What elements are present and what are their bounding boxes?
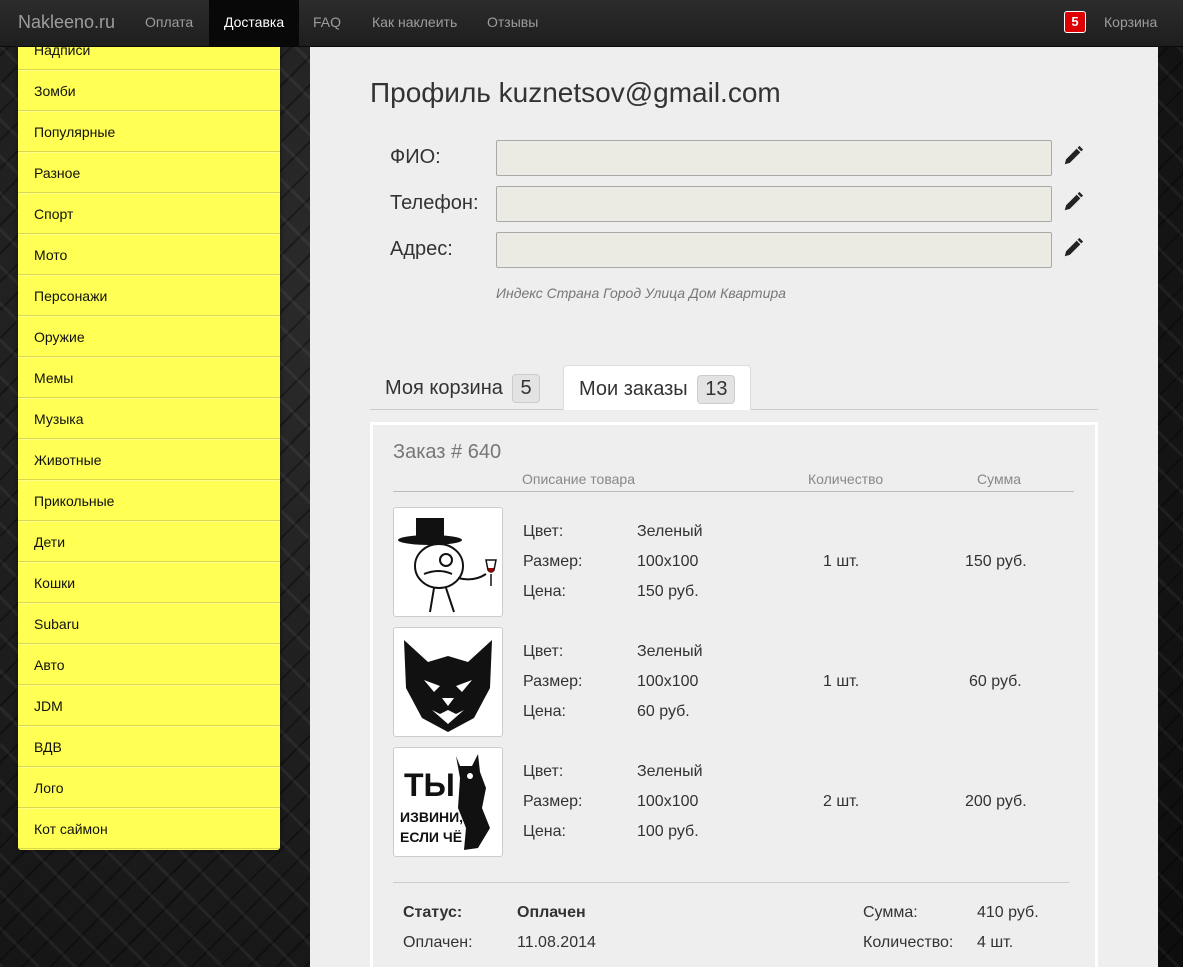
color-label: Цвет: xyxy=(523,643,564,660)
sidebar-item-characters[interactable]: Персонажи xyxy=(18,275,280,316)
nav-item-how-to-apply[interactable]: Как наклеить xyxy=(357,0,472,47)
item-quantity: 2 шт. xyxy=(823,793,860,810)
tab-my-cart[interactable]: Моя корзина 5 xyxy=(370,365,555,410)
price-value: 150 руб. xyxy=(637,583,699,600)
size-value: 100x100 xyxy=(637,793,699,810)
price-value: 60 руб. xyxy=(637,703,690,720)
item-sum: 60 руб. xyxy=(969,673,1022,690)
sidebar-item-misc[interactable]: Разное xyxy=(18,152,280,193)
phone-field[interactable] xyxy=(496,186,1052,222)
nav-item-delivery[interactable]: Доставка xyxy=(209,0,300,47)
color-value: Зеленый xyxy=(637,523,703,540)
tab-label: Мои заказы xyxy=(579,378,688,400)
address-label: Адрес: xyxy=(390,238,453,260)
cart-link[interactable]: Корзина xyxy=(1104,0,1157,45)
total-quantity-label: Количество: xyxy=(863,934,954,951)
tab-count-badge: 13 xyxy=(697,375,736,404)
tab-my-orders[interactable]: Мои заказы 13 xyxy=(563,365,752,410)
sidebar-item-sport[interactable]: Спорт xyxy=(18,193,280,234)
brand-logo-link[interactable]: Nakleeno.ru xyxy=(18,12,115,33)
column-header-quantity: Количество xyxy=(808,471,884,487)
sidebar-item-music[interactable]: Музыка xyxy=(18,398,280,439)
color-value: Зеленый xyxy=(637,763,703,780)
edit-address-pencil-icon[interactable] xyxy=(1062,237,1084,259)
cart-count-badge[interactable]: 5 xyxy=(1064,11,1086,33)
tab-count-badge: 5 xyxy=(512,374,540,403)
category-sidebar: Надписи Зомби Популярные Разное Спорт Мо… xyxy=(18,29,280,850)
price-value: 100 руб. xyxy=(637,823,699,840)
item-quantity: 1 шт. xyxy=(823,673,860,690)
column-header-sum: Сумма xyxy=(977,471,1021,487)
price-label: Цена: xyxy=(523,583,566,600)
sticker-text-line2: ИЗВИНИ, xyxy=(400,809,463,825)
paid-date-value: 11.08.2014 xyxy=(517,934,596,951)
edit-phone-pencil-icon[interactable] xyxy=(1062,191,1084,213)
sticker-text-line1: ТЫ xyxy=(404,767,455,803)
sidebar-item-zombie[interactable]: Зомби xyxy=(18,70,280,111)
sidebar-item-animals[interactable]: Животные xyxy=(18,439,280,480)
size-value: 100x100 xyxy=(637,673,699,690)
column-header-description: Описание товара xyxy=(522,471,635,487)
address-field[interactable] xyxy=(496,232,1052,268)
top-navbar: Nakleeno.ru Оплата Доставка FAQ Как накл… xyxy=(0,0,1183,47)
status-label: Статус: xyxy=(403,904,463,921)
total-quantity-value: 4 шт. xyxy=(977,934,1014,951)
full-name-label: ФИО: xyxy=(390,146,441,168)
nav-item-reviews[interactable]: Отзывы xyxy=(472,0,553,47)
header-divider xyxy=(393,491,1074,492)
product-thumbnail[interactable] xyxy=(393,507,503,617)
gentleman-meme-sticker-icon xyxy=(398,518,497,613)
sidebar-item-kids[interactable]: Дети xyxy=(18,521,280,562)
product-thumbnail[interactable]: ТЫ ИЗВИНИ, ЕСЛИ ЧЁ xyxy=(393,747,503,857)
sidebar-item-cats[interactable]: Кошки xyxy=(18,562,280,603)
total-sum-label: Сумма: xyxy=(863,904,918,921)
sidebar-item-simons-cat[interactable]: Кот саймон xyxy=(18,808,280,849)
order-footer-divider xyxy=(393,882,1069,883)
status-value: Оплачен xyxy=(517,904,586,921)
tab-label: Моя корзина xyxy=(385,377,503,399)
item-sum: 200 руб. xyxy=(965,793,1027,810)
size-value: 100x100 xyxy=(637,553,699,570)
size-label: Размер: xyxy=(523,553,583,570)
price-label: Цена: xyxy=(523,703,566,720)
paid-date-label: Оплачен: xyxy=(403,934,473,951)
price-label: Цена: xyxy=(523,823,566,840)
size-label: Размер: xyxy=(523,793,583,810)
sidebar-item-funny[interactable]: Прикольные xyxy=(18,480,280,521)
sidebar-item-popular[interactable]: Популярные xyxy=(18,111,280,152)
sidebar-item-memes[interactable]: Мемы xyxy=(18,357,280,398)
full-name-field[interactable] xyxy=(496,140,1052,176)
edit-name-pencil-icon[interactable] xyxy=(1062,145,1084,167)
sidebar-item-jdm[interactable]: JDM xyxy=(18,685,280,726)
item-quantity: 1 шт. xyxy=(823,553,860,570)
sidebar-item-moto[interactable]: Мото xyxy=(18,234,280,275)
wolf-text-sticker-icon: ТЫ ИЗВИНИ, ЕСЛИ ЧЁ xyxy=(400,754,490,850)
nav-item-payment[interactable]: Оплата xyxy=(130,0,208,47)
nav-item-faq[interactable]: FAQ xyxy=(298,0,356,47)
order-title: Заказ # 640 xyxy=(393,441,502,463)
sticker-text-line3: ЕСЛИ ЧЁ xyxy=(400,829,462,845)
main-panel: Профиль kuznetsov@gmail.com ФИО: Телефон… xyxy=(310,47,1158,967)
size-label: Размер: xyxy=(523,673,583,690)
color-label: Цвет: xyxy=(523,763,564,780)
order-card: Заказ # 640 Описание товара Количество С… xyxy=(370,422,1098,967)
color-value: Зеленый xyxy=(637,643,703,660)
page-title: Профиль kuznetsov@gmail.com xyxy=(370,77,781,108)
sidebar-item-weapons[interactable]: Оружие xyxy=(18,316,280,357)
color-label: Цвет: xyxy=(523,523,564,540)
address-format-hint: Индекс Страна Город Улица Дом Квартира xyxy=(496,285,786,301)
phone-label: Телефон: xyxy=(390,192,479,214)
sidebar-item-auto[interactable]: Авто xyxy=(18,644,280,685)
product-thumbnail[interactable] xyxy=(393,627,503,737)
total-sum-value: 410 руб. xyxy=(977,904,1039,921)
sidebar-item-subaru[interactable]: Subaru xyxy=(18,603,280,644)
wolf-head-sticker-icon xyxy=(404,640,492,732)
item-sum: 150 руб. xyxy=(965,553,1027,570)
sidebar-item-logo[interactable]: Лого xyxy=(18,767,280,808)
sidebar-item-vdv[interactable]: ВДВ xyxy=(18,726,280,767)
